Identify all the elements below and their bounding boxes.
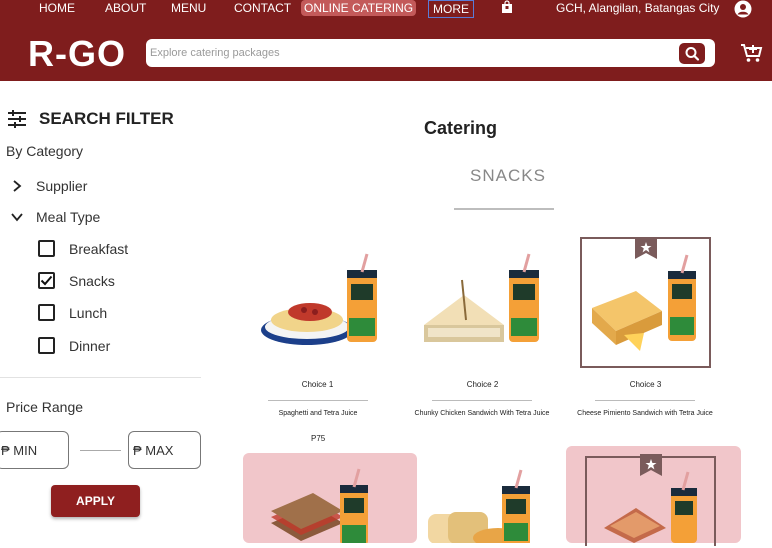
location-text: GCH, Alangilan, Batangas City [556,1,720,15]
item-description-3: Cheese Pimiento Sandwich with Tetra Juic… [577,410,713,417]
nav-about[interactable]: ABOUT [105,0,146,16]
top-navigation: HOME ABOUT MENU CONTACT ONLINE CATERING … [0,0,772,28]
price-max-input[interactable]: ₱ MAX [128,431,201,469]
bread-pasta-juice-image [428,469,530,548]
filter-sliders-icon [8,110,26,128]
item-description-2: Chunky Chicken Sandwich With Tetra Juice [414,410,550,417]
filter-title: SEARCH FILTER [39,109,174,128]
choice-divider-2 [432,400,532,401]
nav-more[interactable]: MORE [428,0,474,18]
nav-contact[interactable]: CONTACT [234,0,291,16]
chevron-right-icon[interactable] [10,179,24,193]
user-account-icon[interactable] [734,0,752,18]
filter-divider [0,377,201,378]
brand-logo[interactable]: R-GO [28,34,126,74]
item-description-1: Spaghetti and Tetra Juice [278,410,358,417]
dinner-checkbox[interactable] [38,337,55,354]
item-price-1: P75 [311,434,326,443]
breakfast-label[interactable]: Breakfast [69,241,128,257]
choice-label-2: Choice 2 [466,380,499,389]
spaghetti-juice-image [261,253,377,345]
cheese-sandwich-juice-image [592,254,696,351]
search-button[interactable] [679,43,705,64]
checkmark-icon [40,275,53,286]
dinner-label[interactable]: Dinner [69,338,110,354]
choice-label-1: Choice 1 [301,380,334,389]
choice-divider-3 [595,400,695,401]
price-range-label: Price Range [6,399,84,415]
choice-label-3: Choice 3 [629,380,662,389]
nav-home[interactable]: HOME [39,0,75,16]
price-min-input[interactable]: ₱ MIN [0,431,69,469]
search-input[interactable] [150,43,670,63]
catering-card-4[interactable] [243,453,417,545]
subtitle-underline [454,208,554,210]
search-icon [685,47,700,61]
snacks-checkbox[interactable] [38,272,55,289]
snacks-label[interactable]: Snacks [69,273,115,289]
cart-icon[interactable] [740,42,764,64]
supplier-toggle[interactable]: Supplier [36,178,87,194]
nav-online-catering[interactable]: ONLINE CATERING [301,0,417,16]
search-bar [146,39,715,67]
choice-divider-1 [268,400,368,401]
catering-card-6[interactable] [566,446,741,546]
catering-card-5[interactable] [418,468,564,548]
price-range-dash [80,450,121,451]
meal-type-toggle[interactable]: Meal Type [36,209,100,225]
section-subtitle: SNACKS [470,166,546,185]
sandwich-juice-image [271,468,368,545]
chevron-down-icon[interactable] [10,210,24,224]
chicken-sandwich-juice-image [424,253,539,342]
catering-card-3[interactable] [580,237,711,368]
shopping-bag-icon[interactable] [500,0,514,14]
pancit-juice-image [604,471,697,543]
lunch-checkbox[interactable] [38,304,55,321]
breakfast-checkbox[interactable] [38,240,55,257]
apply-button[interactable]: APPLY [51,485,140,517]
page-title: Catering [424,118,498,138]
by-category-label: By Category [6,143,84,159]
lunch-label[interactable]: Lunch [69,305,107,321]
nav-menu[interactable]: MENU [171,0,206,16]
